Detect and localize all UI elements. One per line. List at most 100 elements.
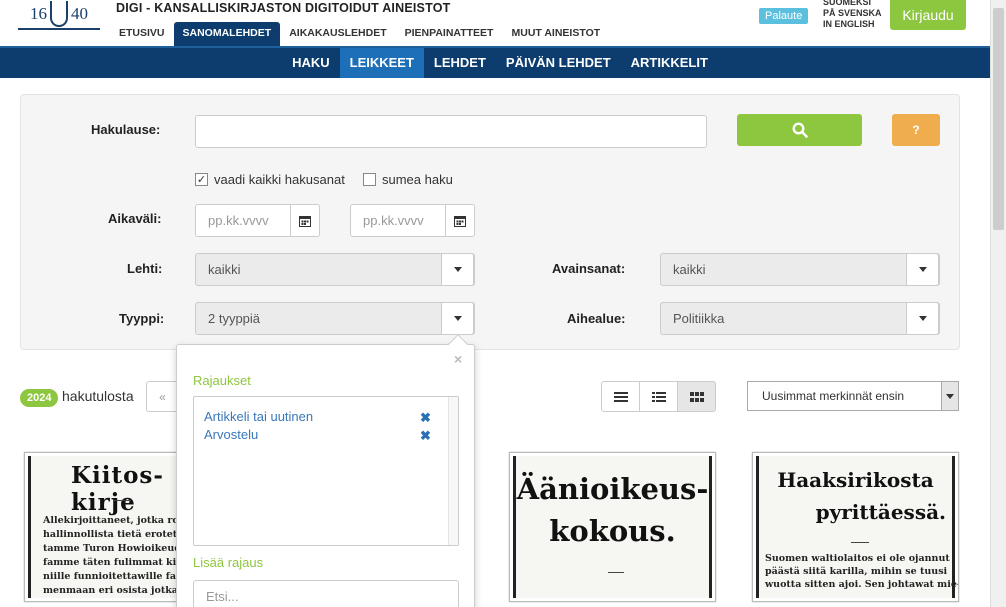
search-icon — [791, 122, 808, 138]
date-start-picker-button[interactable] — [291, 204, 320, 237]
nav-muut-aineistot[interactable]: MUUT AINEISTOT — [502, 22, 609, 46]
subnav-artikkelit[interactable]: ARTIKKELIT — [621, 48, 718, 78]
clipping-line: päästä siitä karilla, mihin se tuusi — [765, 566, 948, 577]
fuzzy-checkbox[interactable]: sumea haku — [363, 172, 453, 187]
checkbox-empty-icon — [363, 173, 376, 186]
clipping-line: niille funnioitettawille fanfalai — [43, 571, 188, 582]
lang-english[interactable]: IN ENGLISH — [823, 19, 882, 30]
caret-down-icon — [453, 316, 462, 321]
filter-item[interactable]: Artikkeli tai uutinen — [204, 409, 313, 424]
clipping-headline: Kiitos-kirje — [71, 462, 164, 516]
fuzzy-label: sumea haku — [382, 172, 453, 187]
subnav-haku[interactable]: HAKU — [282, 48, 340, 78]
login-button[interactable]: Kirjaudu — [890, 0, 966, 30]
site-header: 16 40 DIGI - KANSALLISKIRJASTON DIGITOID… — [0, 0, 990, 46]
subject-select-toggle[interactable] — [906, 302, 939, 335]
clipping-card-1[interactable]: Kiitos-kirje Allekirjoittaneet, jotka ro… — [24, 452, 189, 602]
clipping-card-2[interactable]: Äänioikeus- kokous. — [509, 452, 716, 602]
nav-aikakauslehdet[interactable]: AIKAKAUSLEHDET — [280, 22, 395, 46]
clipping-image: Haaksirikosta pyrittäessä. Suomen waltio… — [756, 456, 959, 598]
clipping-divider — [608, 572, 624, 573]
main-nav: ETUSIVU SANOMALEHDET AIKAKAUSLEHDET PIEN… — [110, 22, 609, 46]
search-button[interactable] — [737, 114, 862, 146]
help-button[interactable]: ? — [892, 114, 940, 146]
clipping-line: menmaan eri osista jotka — [43, 585, 178, 596]
date-label: Aikaväli: — [108, 211, 162, 226]
subnav-leikkeet[interactable]: LEIKKEET — [339, 48, 424, 78]
lang-swedish[interactable]: PÅ SVENSKA — [823, 8, 882, 19]
logo-year-right: 40 — [71, 4, 88, 23]
paper-select-value: kaikki — [208, 262, 241, 277]
subject-label: Aihealue: — [567, 311, 626, 326]
query-label: Hakulause: — [91, 122, 161, 137]
clipping-body: Allekirjoittaneet, jotka rout hallinnoll… — [43, 514, 189, 598]
feedback-button[interactable]: Palaute — [759, 8, 809, 24]
keywords-select-toggle[interactable] — [906, 253, 939, 286]
keywords-select[interactable]: kaikki — [660, 253, 940, 286]
result-count-badge: 2024 — [20, 389, 59, 407]
remove-icon[interactable]: ✖ — [420, 428, 431, 444]
remove-icon[interactable]: ✖ — [420, 410, 431, 426]
pager-prev-button[interactable]: « — [146, 381, 178, 412]
calendar-icon — [299, 215, 311, 227]
add-filter-input[interactable]: Etsi... — [193, 580, 459, 607]
view-grid-button[interactable] — [677, 381, 716, 412]
clipping-line: Allekirjoittaneet, jotka rout — [43, 515, 189, 526]
keywords-label: Avainsanat: — [552, 261, 626, 276]
date-start-input[interactable]: pp.kk.vvvv — [195, 204, 291, 237]
paper-select[interactable]: kaikki — [195, 253, 475, 286]
paper-select-toggle[interactable] — [441, 253, 474, 286]
type-label: Tyyppi: — [119, 311, 165, 326]
calendar-icon — [454, 215, 466, 227]
grid-icon — [689, 391, 704, 402]
page-scrollbar[interactable] — [990, 0, 1006, 607]
require-all-checkbox[interactable]: ✓ vaadi kaikki hakusanat — [195, 172, 345, 187]
date-end-picker-button[interactable] — [446, 204, 475, 237]
clipping-body: Suomen waltiolaitos ei ole ojannut pääst… — [765, 552, 959, 591]
date-end-input[interactable]: pp.kk.vvvv — [350, 204, 446, 237]
clipping-divider — [113, 500, 131, 501]
nav-sanomalehdet[interactable]: SANOMALEHDET — [173, 22, 281, 46]
sort-select[interactable]: Uusimmat merkinnät ensin — [747, 381, 959, 411]
keywords-select-value: kaikki — [673, 262, 706, 277]
popover-close-button[interactable]: × — [454, 351, 462, 367]
sort-select-toggle[interactable] — [941, 382, 958, 410]
paper-label: Lehti: — [127, 261, 163, 276]
clipping-headline: pyrittäessä. — [815, 500, 946, 524]
sub-nav: HAKU LEIKKEET LEHDET PÄIVÄN LEHDET ARTIK… — [0, 46, 990, 78]
type-select[interactable]: 2 tyyppiä — [195, 302, 475, 335]
clipping-line: Suomen waltiolaitos ei ole ojannut — [765, 553, 950, 564]
page: 16 40 DIGI - KANSALLISKIRJASTON DIGITOID… — [0, 0, 1006, 607]
clipping-line: wuotta sitten ajoi. Sen johtawat mie- — [765, 579, 959, 590]
checkbox-checked-icon: ✓ — [195, 173, 208, 186]
scrollbar-thumb[interactable] — [993, 8, 1004, 230]
clipping-divider — [851, 542, 869, 543]
subnav-paivan-lehdet[interactable]: PÄIVÄN LEHDET — [496, 48, 621, 78]
site-title: DIGI - KANSALLISKIRJASTON DIGITOIDUT AIN… — [116, 1, 451, 15]
view-detail-list-button[interactable] — [639, 381, 678, 412]
subject-select[interactable]: Politiikka — [660, 302, 940, 335]
clipping-card-3[interactable]: Haaksirikosta pyrittäessä. Suomen waltio… — [752, 452, 959, 602]
view-list-button[interactable] — [601, 381, 640, 412]
clipping-line: famme täten fulimmat ki — [43, 557, 177, 568]
query-input[interactable] — [195, 115, 707, 148]
caret-down-icon — [918, 316, 927, 321]
clipping-line: hallinnollista tietä erotettiin — [43, 529, 189, 540]
subject-select-value: Politiikka — [673, 311, 725, 326]
subnav-lehdet[interactable]: LEHDET — [424, 48, 496, 78]
caret-down-icon — [946, 393, 954, 399]
list-scrollbar[interactable] — [448, 397, 458, 545]
lang-finnish[interactable]: SUOMEKSI — [823, 0, 882, 8]
nav-pienpainatteet[interactable]: PIENPAINATTEET — [396, 22, 503, 46]
filters-title: Rajaukset — [193, 373, 251, 388]
clipping-headline: Haaksirikosta — [777, 468, 934, 492]
national-library-logo[interactable]: 16 40 — [18, 0, 100, 30]
require-all-label: vaadi kaikki hakusanat — [214, 172, 345, 187]
filter-item[interactable]: Arvostelu — [204, 427, 258, 442]
language-switcher: SUOMEKSI PÅ SVENSKA IN ENGLISH — [823, 0, 882, 30]
clipping-image: Äänioikeus- kokous. — [513, 456, 712, 598]
result-count-label: hakutulosta — [62, 388, 134, 404]
nav-etusivu[interactable]: ETUSIVU — [110, 22, 174, 46]
caret-down-icon — [453, 267, 462, 272]
type-select-toggle[interactable] — [441, 302, 474, 335]
